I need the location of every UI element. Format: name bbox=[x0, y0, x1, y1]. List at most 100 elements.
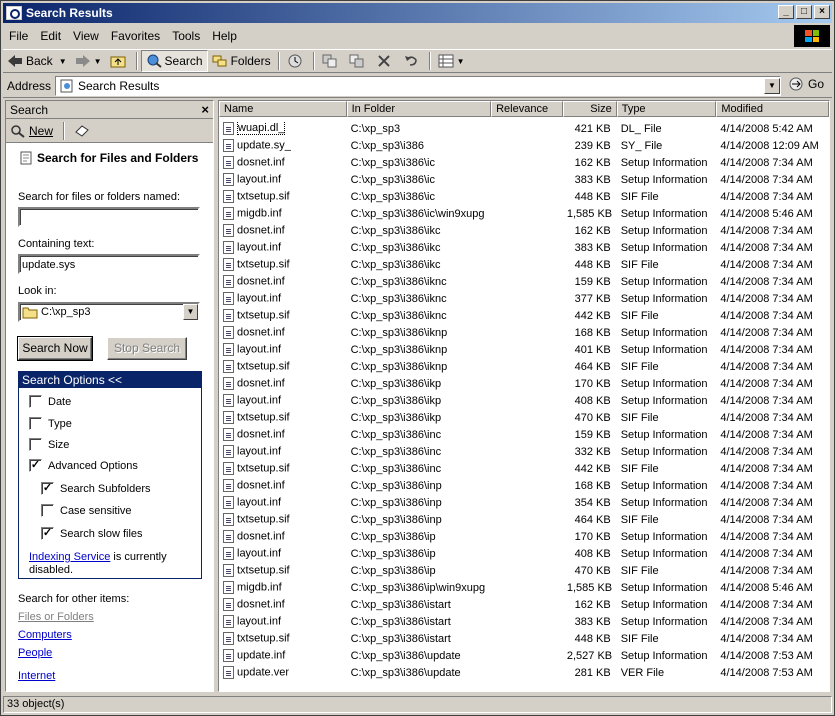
go-button[interactable]: Go bbox=[789, 77, 824, 91]
option-advanced[interactable]: ✓ Advanced Options bbox=[29, 459, 138, 472]
file-row[interactable]: layout.inf C:\xp_sp3\i386\inp 354 KB Setup … bbox=[219, 494, 829, 511]
file-row[interactable]: dosnet.inf C:\xp_sp3\i386\inc 159 KB Setup … bbox=[219, 426, 829, 443]
file-row[interactable]: update.sy_ C:\xp_sp3\i386 239 KB SY_ File 4/… bbox=[219, 137, 829, 154]
up-folder-button[interactable] bbox=[106, 50, 133, 72]
folders-button[interactable]: Folders bbox=[208, 50, 275, 72]
file-row[interactable]: layout.inf C:\xp_sp3\i386\iknc 377 KB Setup… bbox=[219, 290, 829, 307]
file-row[interactable]: txtsetup.sif C:\xp_sp3\i386\istart 448 KB S… bbox=[219, 630, 829, 647]
file-row[interactable]: layout.inf C:\xp_sp3\i386\ikc 383 KB Setup … bbox=[219, 239, 829, 256]
option-search-subfolders[interactable]: ✓ Search Subfolders bbox=[41, 482, 151, 495]
file-row[interactable]: dosnet.inf C:\xp_sp3\i386\istart 162 KB Set… bbox=[219, 596, 829, 613]
minimize-button[interactable]: _ bbox=[778, 5, 794, 19]
look-in-dropdown-button[interactable]: ▼ bbox=[183, 304, 198, 320]
file-row[interactable]: dosnet.inf C:\xp_sp3\i386\ikc 162 KB Setup … bbox=[219, 222, 829, 239]
column-modified[interactable]: Modified bbox=[716, 101, 829, 117]
forward-dropdown-icon[interactable]: ▼ bbox=[94, 57, 102, 66]
back-dropdown-icon[interactable]: ▼ bbox=[59, 57, 67, 66]
file-row[interactable]: txtsetup.sif C:\xp_sp3\i386\inp 464 KB SIF … bbox=[219, 511, 829, 528]
title-bar[interactable]: Search Results _ □ × bbox=[3, 3, 832, 23]
address-dropdown-button[interactable]: ▼ bbox=[764, 78, 780, 94]
file-row[interactable]: dosnet.inf C:\xp_sp3\i386\ip 170 KB Setup I… bbox=[219, 528, 829, 545]
file-row[interactable]: dosnet.inf C:\xp_sp3\i386\iknp 168 KB Setup… bbox=[219, 324, 829, 341]
new-search-button[interactable]: New bbox=[29, 124, 53, 138]
views-button[interactable]: ▼ bbox=[434, 50, 469, 72]
date-checkbox[interactable] bbox=[29, 395, 42, 408]
menu-help[interactable]: Help bbox=[206, 29, 243, 43]
file-name: dosnet.inf bbox=[237, 530, 285, 543]
menu-tools[interactable]: Tools bbox=[166, 29, 206, 43]
file-row[interactable]: migdb.inf C:\xp_sp3\i386\ic\win9xupg 1,585… bbox=[219, 205, 829, 222]
file-row[interactable]: layout.inf C:\xp_sp3\i386\inc 332 KB Setup … bbox=[219, 443, 829, 460]
close-pane-icon[interactable]: × bbox=[201, 102, 209, 117]
forward-button[interactable]: ▼ bbox=[71, 50, 106, 72]
column-name[interactable]: Name bbox=[219, 101, 347, 117]
file-row[interactable]: update.inf C:\xp_sp3\i386\update 2,527 KB S… bbox=[219, 647, 829, 664]
size-checkbox[interactable] bbox=[29, 438, 42, 451]
stop-search-button[interactable]: Stop Search bbox=[107, 337, 187, 360]
file-row[interactable]: layout.inf C:\xp_sp3\i386\iknp 401 KB Setup… bbox=[219, 341, 829, 358]
modified-cell: 4/14/2008 7:53 AM bbox=[720, 649, 813, 662]
folder-cell: C:\xp_sp3\i386\inp bbox=[350, 479, 442, 492]
search-now-button[interactable]: Search Now bbox=[17, 336, 93, 361]
maximize-button[interactable]: □ bbox=[796, 5, 812, 19]
file-row[interactable]: dosnet.inf C:\xp_sp3\i386\iknc 159 KB Setup… bbox=[219, 273, 829, 290]
option-case-sensitive[interactable]: Case sensitive bbox=[41, 504, 132, 517]
column-relevance[interactable]: Relevance bbox=[491, 101, 563, 117]
file-row[interactable]: txtsetup.sif C:\xp_sp3\i386\ic 448 KB SIF F… bbox=[219, 188, 829, 205]
search-toolbar-button[interactable]: Search bbox=[140, 50, 208, 72]
menu-favorites[interactable]: Favorites bbox=[105, 29, 166, 43]
indexing-service-link[interactable]: Indexing Service bbox=[29, 551, 110, 563]
file-row[interactable]: txtsetup.sif C:\xp_sp3\i386\inc 442 KB SIF … bbox=[219, 460, 829, 477]
type-checkbox[interactable] bbox=[29, 417, 42, 430]
copy-to-button[interactable] bbox=[345, 50, 372, 72]
files-folders-link[interactable]: Files or Folders bbox=[18, 611, 94, 623]
search-options-toggle[interactable]: Search Options << bbox=[19, 372, 201, 388]
views-dropdown-icon[interactable]: ▼ bbox=[457, 57, 465, 66]
menu-file[interactable]: File bbox=[3, 29, 34, 43]
option-slow-files[interactable]: ✓ Search slow files bbox=[41, 527, 143, 540]
search-companion-icon[interactable] bbox=[74, 124, 90, 138]
close-window-button[interactable]: × bbox=[814, 5, 830, 19]
file-row[interactable]: txtsetup.sif C:\xp_sp3\i386\ip 470 KB SIF F… bbox=[219, 562, 829, 579]
column-in-folder[interactable]: In Folder bbox=[346, 101, 492, 117]
column-size[interactable]: Size bbox=[562, 101, 617, 117]
file-row[interactable]: update.ver C:\xp_sp3\i386\update 281 KB VER… bbox=[219, 664, 829, 681]
internet-link[interactable]: Internet bbox=[18, 670, 55, 682]
containing-text-input[interactable]: update.sys bbox=[18, 254, 200, 274]
file-row[interactable]: txtsetup.sif C:\xp_sp3\i386\ikc 448 KB SIF … bbox=[219, 256, 829, 273]
move-to-button[interactable] bbox=[318, 50, 345, 72]
subfolders-checkbox[interactable]: ✓ bbox=[41, 482, 54, 495]
file-row[interactable]: layout.inf C:\xp_sp3\i386\istart 383 KB Set… bbox=[219, 613, 829, 630]
option-size[interactable]: Size bbox=[29, 438, 69, 451]
slow-files-checkbox[interactable]: ✓ bbox=[41, 527, 54, 540]
advanced-checkbox[interactable]: ✓ bbox=[29, 459, 42, 472]
case-sensitive-checkbox[interactable] bbox=[41, 504, 54, 517]
file-row[interactable]: layout.inf C:\xp_sp3\i386\ic 383 KB Setup I… bbox=[219, 171, 829, 188]
option-type[interactable]: Type bbox=[29, 417, 72, 430]
address-field[interactable]: Search Results ▼ bbox=[55, 76, 781, 96]
computers-link[interactable]: Computers bbox=[18, 629, 72, 641]
file-row[interactable]: dosnet.inf C:\xp_sp3\i386\inp 168 KB Setup … bbox=[219, 477, 829, 494]
back-button[interactable]: Back ▼ bbox=[3, 50, 71, 72]
file-row[interactable]: txtsetup.sif C:\xp_sp3\i386\ikp 470 KB SIF … bbox=[219, 409, 829, 426]
file-row[interactable]: txtsetup.sif C:\xp_sp3\i386\iknc 442 KB SIF… bbox=[219, 307, 829, 324]
file-row[interactable]: dosnet.inf C:\xp_sp3\i386\ic 162 KB Setup I… bbox=[219, 154, 829, 171]
file-row[interactable]: layout.inf C:\xp_sp3\i386\ip 408 KB Setup I… bbox=[219, 545, 829, 562]
file-row[interactable]: layout.inf C:\xp_sp3\i386\ikp 408 KB Setup … bbox=[219, 392, 829, 409]
file-name-input[interactable] bbox=[18, 207, 200, 227]
option-date[interactable]: Date bbox=[29, 395, 71, 408]
delete-button[interactable] bbox=[372, 50, 399, 72]
history-button[interactable] bbox=[283, 50, 310, 72]
file-name-cell: update.sy_ bbox=[219, 139, 347, 152]
column-type[interactable]: Type bbox=[616, 101, 717, 117]
menu-view[interactable]: View bbox=[67, 29, 105, 43]
file-row[interactable]: dosnet.inf C:\xp_sp3\i386\ikp 170 KB Setup … bbox=[219, 375, 829, 392]
look-in-select[interactable]: C:\xp_sp3 ▼ bbox=[18, 302, 200, 322]
file-row[interactable]: wuapi.dl_ C:\xp_sp3 421 KB DL_ File 4/14/200… bbox=[219, 120, 829, 137]
file-row[interactable]: migdb.inf C:\xp_sp3\i386\ip\win9xupg 1,585… bbox=[219, 579, 829, 596]
file-rows: wuapi.dl_ C:\xp_sp3 421 KB DL_ File 4/14/200… bbox=[219, 117, 829, 681]
file-row[interactable]: txtsetup.sif C:\xp_sp3\i386\iknp 464 KB SIF… bbox=[219, 358, 829, 375]
people-link[interactable]: People bbox=[18, 647, 52, 659]
undo-button[interactable] bbox=[399, 50, 426, 72]
menu-edit[interactable]: Edit bbox=[34, 29, 67, 43]
